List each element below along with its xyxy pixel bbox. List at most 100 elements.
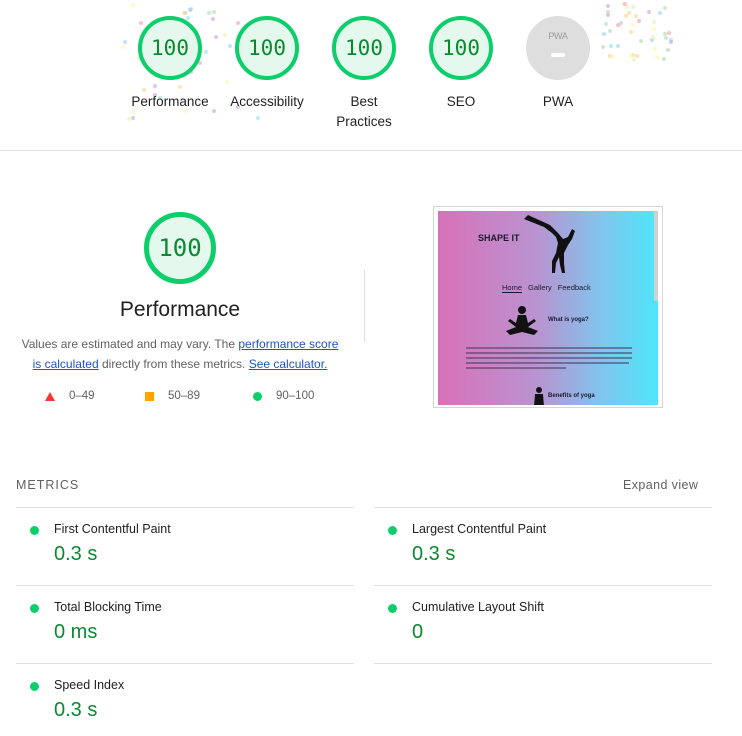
metric-value: 0 ms — [54, 621, 98, 643]
score-value: 100 — [248, 36, 286, 60]
yoga-pose-icon — [534, 387, 544, 405]
legend-pass: 90–100 — [253, 390, 314, 402]
metric-largest-contentful-paint: Largest Contentful Paint 0.3 s — [374, 507, 712, 585]
thumbnail-heading: Benefits of yoga — [548, 393, 595, 399]
description-text: directly from these metrics. — [98, 357, 249, 371]
gauge-performance[interactable]: 100 Performance — [120, 16, 220, 112]
confetti-dot — [650, 35, 655, 40]
thumbnail-nav-item: Gallery — [528, 283, 552, 292]
metric-name: Speed Index — [54, 678, 125, 692]
metric-value: 0 — [412, 621, 424, 643]
confetti-dot — [662, 56, 667, 61]
thumbnail-nav: Home Gallery Feedback — [502, 283, 591, 293]
thumbnail-nav-item: Home — [502, 283, 523, 293]
confetti-dot — [669, 39, 674, 44]
confetti-dot — [605, 4, 610, 9]
metric-first-contentful-paint: First Contentful Paint 0.3 s — [16, 507, 354, 585]
metric-value: 0.3 s — [54, 543, 98, 565]
confetti-dot — [663, 6, 667, 11]
confetti-dot — [181, 11, 186, 16]
gauge-label: Best Practices — [336, 94, 392, 129]
confetti-dot — [607, 28, 612, 33]
see-calculator-link[interactable]: See calculator. — [249, 357, 328, 371]
confetti-dot — [255, 115, 260, 120]
gauge-accessibility[interactable]: 100 Accessibility — [217, 16, 317, 112]
score-ring: 100 — [138, 16, 202, 80]
metric-name: Largest Contentful Paint — [412, 522, 547, 536]
legend-fail: 0–49 — [45, 390, 95, 402]
pass-circle-icon — [388, 604, 397, 613]
confetti-dot — [630, 4, 635, 9]
confetti-dot — [638, 39, 643, 44]
confetti-dot — [632, 58, 637, 63]
confetti-dot — [188, 8, 193, 12]
metric-cumulative-layout-shift: Cumulative Layout Shift 0 — [374, 585, 712, 663]
vertical-divider — [364, 270, 365, 342]
pwa-badge-icon: PWA — [526, 16, 590, 80]
legend-range: 0–49 — [69, 390, 95, 402]
pass-circle-icon — [30, 604, 39, 613]
confetti-dot — [647, 10, 652, 15]
pwa-badge-text: PWA — [548, 31, 568, 41]
score-ring: 100 — [332, 16, 396, 80]
score-ring: 100 — [235, 16, 299, 80]
confetti-dot — [634, 13, 639, 18]
confetti-dot — [655, 54, 660, 59]
metric-name: Total Blocking Time — [54, 600, 162, 614]
metric-value: 0.3 s — [54, 699, 98, 721]
confetti-dot — [608, 43, 613, 48]
metric-value: 0.3 s — [412, 543, 456, 565]
legend-range: 50–89 — [168, 390, 200, 402]
metric-name: First Contentful Paint — [54, 522, 171, 536]
metric-total-blocking-time: Total Blocking Time 0 ms — [16, 585, 354, 663]
confetti-dot — [131, 115, 136, 120]
confetti-dot — [131, 2, 136, 7]
description-text: Values are estimated and may vary. The — [21, 337, 239, 351]
score-value: 100 — [442, 36, 480, 60]
pwa-bar — [551, 53, 565, 57]
gauge-label: SEO — [446, 94, 476, 109]
fail-triangle-icon — [45, 391, 55, 401]
confetti-dot — [651, 20, 656, 25]
confetti-dot — [623, 1, 628, 6]
screenshot-image: SHAPE IT Home Gallery Feedback What is y… — [438, 211, 658, 405]
confetti-dot — [658, 10, 663, 15]
pass-circle-icon — [253, 391, 262, 401]
gauge-best-practices[interactable]: 100 Best Practices — [314, 16, 414, 132]
gauge-pwa[interactable]: PWA PWA — [508, 16, 608, 112]
confetti-dot — [629, 29, 634, 34]
pass-circle-icon — [30, 682, 39, 691]
thumbnail-scrollbar — [654, 211, 658, 301]
confetti-dot — [616, 44, 621, 49]
confetti-dot — [651, 27, 656, 32]
pass-circle-icon — [30, 526, 39, 535]
confetti-dot — [667, 30, 672, 35]
performance-description: Values are estimated and may vary. The p… — [16, 334, 344, 374]
performance-score-value: 100 — [158, 234, 202, 262]
performance-title: Performance — [119, 298, 241, 321]
gauge-seo[interactable]: 100 SEO — [411, 16, 511, 112]
confetti-dot — [636, 18, 641, 23]
metric-speed-index: Speed Index 0.3 s — [16, 663, 354, 736]
metric-name: Cumulative Layout Shift — [412, 600, 545, 614]
confetti-dot — [611, 55, 616, 60]
yoga-lotus-icon — [506, 306, 538, 335]
confetti-dot — [624, 13, 629, 18]
score-value: 100 — [151, 36, 189, 60]
legend-average: 50–89 — [145, 390, 200, 402]
metrics-grid-divider — [374, 663, 712, 664]
average-square-icon — [145, 391, 154, 401]
gauge-label: Performance — [131, 94, 209, 109]
thumbnail-brand: SHAPE IT — [478, 233, 520, 243]
confetti-dot — [212, 9, 217, 14]
category-gauges-header: 100 Performance 100 Accessibility 100 Be… — [0, 0, 742, 151]
legend-range: 90–100 — [276, 390, 315, 402]
expand-view-button[interactable]: Expand view — [623, 478, 698, 492]
thumbnail-paragraph — [466, 347, 632, 372]
final-screenshot-thumbnail[interactable]: SHAPE IT Home Gallery Feedback What is y… — [433, 206, 663, 408]
confetti-dot — [666, 48, 671, 53]
confetti-dot — [652, 46, 657, 51]
confetti-dot — [207, 10, 212, 15]
gauge-label: Accessibility — [230, 94, 304, 109]
score-value: 100 — [345, 36, 383, 60]
